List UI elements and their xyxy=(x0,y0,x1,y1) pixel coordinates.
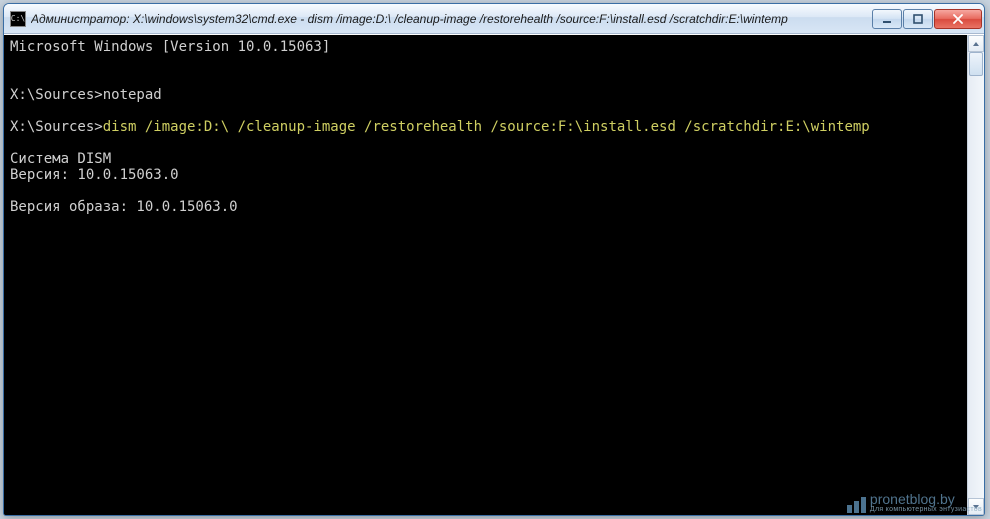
minimize-button[interactable] xyxy=(872,9,902,29)
maximize-button[interactable] xyxy=(903,9,933,29)
app-icon: C:\ xyxy=(10,11,26,27)
command-text: notepad xyxy=(103,87,162,103)
command-text: dism /image:D:\ /cleanup-image /restoreh… xyxy=(103,119,870,135)
maximize-icon xyxy=(912,14,924,24)
prompt: X:\Sources> xyxy=(10,119,103,135)
vertical-scrollbar[interactable] xyxy=(967,35,984,515)
minimize-icon xyxy=(881,14,893,24)
scroll-up-button[interactable] xyxy=(968,35,984,52)
client-area: Microsoft Windows [Version 10.0.15063] X… xyxy=(4,34,984,515)
close-button[interactable] xyxy=(934,9,982,29)
console-output[interactable]: Microsoft Windows [Version 10.0.15063] X… xyxy=(4,35,967,515)
prompt: X:\Sources> xyxy=(10,87,103,103)
watermark: pronetblog.by Для компьютерных энтузиаст… xyxy=(847,492,982,513)
console-line: Версия: 10.0.15063.0 xyxy=(10,167,179,183)
titlebar[interactable]: C:\ Администратор: X:\windows\system32\c… xyxy=(4,4,984,34)
cmd-window: C:\ Администратор: X:\windows\system32\c… xyxy=(3,3,985,516)
console-line: Версия образа: 10.0.15063.0 xyxy=(10,199,238,215)
watermark-tagline: Для компьютерных энтузиастов xyxy=(870,506,982,513)
window-controls xyxy=(872,9,982,29)
watermark-brand: pronetblog.by xyxy=(870,492,982,506)
close-icon xyxy=(952,14,964,24)
window-title: Администратор: X:\windows\system32\cmd.e… xyxy=(31,12,872,26)
chevron-up-icon xyxy=(972,41,980,47)
console-line: Microsoft Windows [Version 10.0.15063] xyxy=(10,39,330,55)
scroll-track[interactable] xyxy=(968,52,984,498)
console-line: Cистема DISM xyxy=(10,151,111,167)
scroll-thumb[interactable] xyxy=(969,52,983,76)
watermark-logo-icon xyxy=(847,497,866,513)
